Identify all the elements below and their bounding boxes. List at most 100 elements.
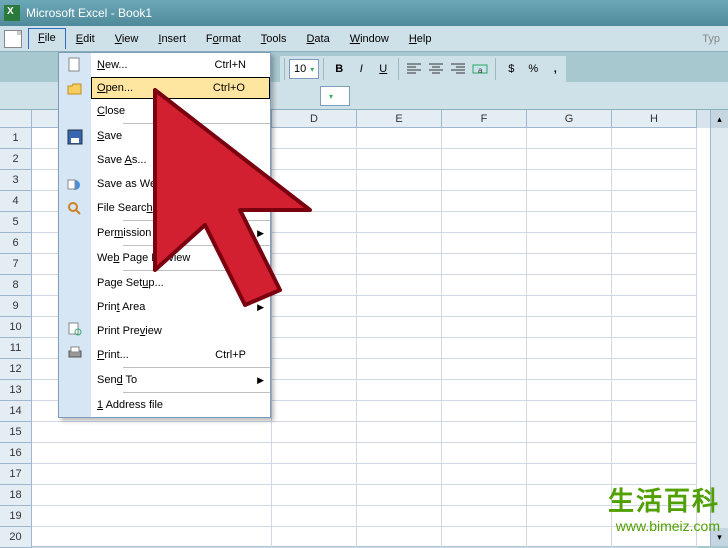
cell[interactable] xyxy=(272,401,357,422)
cell[interactable] xyxy=(357,506,442,527)
menu-print[interactable]: Print...Ctrl+P xyxy=(91,343,270,367)
cell[interactable] xyxy=(272,359,357,380)
cell[interactable] xyxy=(357,275,442,296)
cell[interactable] xyxy=(612,296,697,317)
cell[interactable] xyxy=(527,275,612,296)
cell[interactable] xyxy=(357,422,442,443)
cell[interactable] xyxy=(32,464,272,485)
col-header[interactable]: G xyxy=(527,110,612,128)
cell[interactable] xyxy=(357,233,442,254)
row-header[interactable]: 7 xyxy=(0,254,32,275)
cell[interactable] xyxy=(527,149,612,170)
cell[interactable] xyxy=(612,401,697,422)
currency-button[interactable]: $ xyxy=(501,59,521,79)
menu-format[interactable]: Format xyxy=(196,29,251,49)
cell[interactable] xyxy=(442,191,527,212)
row-header[interactable]: 6 xyxy=(0,233,32,254)
cell[interactable] xyxy=(272,380,357,401)
cell[interactable] xyxy=(527,443,612,464)
select-all-corner[interactable] xyxy=(0,110,32,128)
cell[interactable] xyxy=(527,254,612,275)
menu-edit[interactable]: Edit xyxy=(66,29,105,49)
cell[interactable] xyxy=(272,422,357,443)
cell[interactable] xyxy=(272,464,357,485)
cell[interactable] xyxy=(272,443,357,464)
row-header[interactable]: 1 xyxy=(0,128,32,149)
cell[interactable] xyxy=(612,317,697,338)
cell[interactable] xyxy=(527,464,612,485)
cell[interactable] xyxy=(527,485,612,506)
col-header[interactable]: F xyxy=(442,110,527,128)
cell[interactable] xyxy=(357,128,442,149)
col-header[interactable]: H xyxy=(612,110,697,128)
menu-insert[interactable]: Insert xyxy=(148,29,196,49)
menu-tools[interactable]: Tools xyxy=(251,29,297,49)
cell[interactable] xyxy=(32,422,272,443)
merge-center-button[interactable]: a xyxy=(470,59,490,79)
cell[interactable] xyxy=(527,527,612,548)
menu-window[interactable]: Window xyxy=(340,29,399,49)
cell[interactable] xyxy=(527,191,612,212)
cell[interactable] xyxy=(272,338,357,359)
cell[interactable] xyxy=(527,296,612,317)
row-header[interactable]: 15 xyxy=(0,422,32,443)
cell[interactable] xyxy=(442,254,527,275)
cell[interactable] xyxy=(442,338,527,359)
row-header[interactable]: 14 xyxy=(0,401,32,422)
workbook-icon[interactable] xyxy=(4,30,22,48)
underline-button[interactable]: U xyxy=(373,59,393,79)
row-header[interactable]: 3 xyxy=(0,170,32,191)
cell[interactable] xyxy=(442,464,527,485)
cell[interactable] xyxy=(32,443,272,464)
cell[interactable] xyxy=(357,401,442,422)
cell[interactable] xyxy=(32,527,272,548)
cell[interactable] xyxy=(527,338,612,359)
menu-help[interactable]: Help xyxy=(399,29,442,49)
row-header[interactable]: 17 xyxy=(0,464,32,485)
cell[interactable] xyxy=(612,359,697,380)
cell[interactable] xyxy=(527,212,612,233)
cell[interactable] xyxy=(357,149,442,170)
cell[interactable] xyxy=(442,275,527,296)
row-header[interactable]: 18 xyxy=(0,485,32,506)
cell[interactable] xyxy=(442,149,527,170)
bold-button[interactable]: B xyxy=(329,59,349,79)
cell[interactable] xyxy=(612,338,697,359)
menu-send-to[interactable]: Send To▶ xyxy=(91,368,270,392)
row-header[interactable]: 8 xyxy=(0,275,32,296)
font-size-dropdown[interactable]: 10▾ xyxy=(289,59,319,79)
cell[interactable] xyxy=(357,296,442,317)
cell[interactable] xyxy=(357,170,442,191)
align-left-button[interactable] xyxy=(404,59,424,79)
cell[interactable] xyxy=(272,485,357,506)
cell[interactable] xyxy=(357,359,442,380)
row-header[interactable]: 20 xyxy=(0,527,32,548)
cell[interactable] xyxy=(527,506,612,527)
cell[interactable] xyxy=(612,275,697,296)
row-header[interactable]: 13 xyxy=(0,380,32,401)
row-header[interactable]: 10 xyxy=(0,317,32,338)
cell[interactable] xyxy=(527,317,612,338)
cell[interactable] xyxy=(442,443,527,464)
cell[interactable] xyxy=(442,527,527,548)
cell[interactable] xyxy=(527,170,612,191)
cell[interactable] xyxy=(442,506,527,527)
cell[interactable] xyxy=(32,485,272,506)
cell[interactable] xyxy=(612,149,697,170)
comma-button[interactable]: , xyxy=(545,59,565,79)
cell[interactable] xyxy=(527,422,612,443)
cell[interactable] xyxy=(357,464,442,485)
cell[interactable] xyxy=(442,296,527,317)
row-header[interactable]: 12 xyxy=(0,359,32,380)
percent-button[interactable]: % xyxy=(523,59,543,79)
cell[interactable] xyxy=(272,506,357,527)
cell[interactable] xyxy=(357,527,442,548)
row-header[interactable]: 11 xyxy=(0,338,32,359)
cell[interactable] xyxy=(32,506,272,527)
menu-recent-file-1[interactable]: 1 Address file xyxy=(91,393,270,417)
cell[interactable] xyxy=(442,233,527,254)
cell[interactable] xyxy=(442,401,527,422)
cell[interactable] xyxy=(442,380,527,401)
cell[interactable] xyxy=(442,359,527,380)
cell[interactable] xyxy=(612,233,697,254)
